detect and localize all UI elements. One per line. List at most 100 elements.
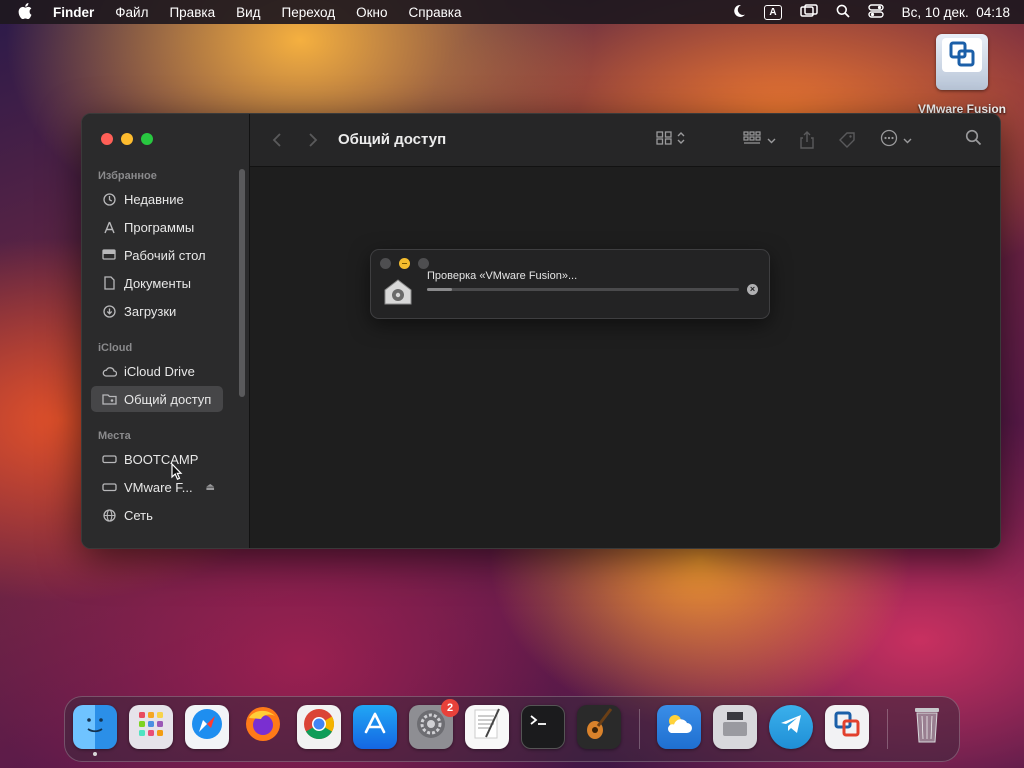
- dock-garageband[interactable]: [577, 705, 621, 749]
- menu-help[interactable]: Справка: [409, 5, 462, 20]
- sidebar-item-label: BOOTCAMP: [124, 451, 199, 467]
- chevron-down-icon: [767, 131, 776, 149]
- sidebar-item-label: Рабочий стол: [124, 247, 206, 263]
- dock-trash[interactable]: [905, 705, 949, 749]
- back-button[interactable]: [272, 114, 282, 166]
- sidebar-item-label: Загрузки: [124, 303, 177, 319]
- search-button[interactable]: [965, 114, 982, 166]
- sidebar-item-downloads[interactable]: Загрузки: [91, 298, 223, 324]
- sidebar-item-documents[interactable]: Документы: [91, 270, 223, 296]
- menu-edit[interactable]: Правка: [169, 5, 215, 20]
- guitar-icon: [584, 706, 614, 748]
- sidebar-item-recents[interactable]: Недавние: [91, 186, 223, 212]
- tag-button[interactable]: [838, 114, 856, 166]
- finder-content-area[interactable]: [250, 167, 1000, 548]
- spotlight-search-icon[interactable]: [836, 4, 850, 21]
- notification-badge: 2: [441, 699, 459, 717]
- control-center-icon[interactable]: [867, 3, 884, 21]
- sidebar-item-icloud-drive[interactable]: iCloud Drive: [91, 358, 223, 384]
- sidebar-header-favorites: Избранное: [98, 170, 157, 182]
- minimize-button[interactable]: [399, 258, 410, 269]
- window-title: Общий доступ: [338, 131, 447, 148]
- menu-window[interactable]: Окно: [356, 5, 387, 20]
- cancel-verification-button[interactable]: ×: [747, 284, 758, 295]
- group-button[interactable]: [743, 114, 776, 166]
- sidebar-item-label: Документы: [124, 275, 192, 291]
- dock-textedit[interactable]: [465, 705, 509, 749]
- terminal-prompt-icon: [528, 712, 558, 742]
- progress-window-controls: [380, 258, 429, 269]
- chrome-icon: [301, 706, 337, 748]
- sidebar-item-label: Сеть: [124, 507, 153, 523]
- dock-chrome[interactable]: [297, 705, 341, 749]
- compass-icon: [189, 706, 225, 748]
- dock-safari[interactable]: [185, 705, 229, 749]
- sidebar-item-desktop[interactable]: Рабочий стол: [91, 242, 223, 268]
- sidebar-item-label: iCloud Drive: [124, 363, 195, 379]
- dock-boot-camp-assistant[interactable]: [713, 705, 757, 749]
- minimize-button[interactable]: [121, 133, 133, 145]
- action-menu-button[interactable]: [880, 114, 912, 166]
- dock-finder[interactable]: [73, 705, 117, 756]
- sidebar-scrollbar[interactable]: [239, 169, 245, 397]
- dock-vmware-fusion[interactable]: [825, 705, 869, 749]
- close-button[interactable]: [101, 133, 113, 145]
- finder-face-icon: [80, 709, 110, 745]
- view-mode-button[interactable]: [656, 114, 685, 166]
- input-source-indicator[interactable]: A: [764, 4, 782, 20]
- eject-icon[interactable]: ⏏: [206, 482, 215, 493]
- menu-clock[interactable]: Вс, 10 дек. 04:18: [902, 5, 1010, 20]
- dock-launchpad[interactable]: [129, 705, 173, 749]
- share-button[interactable]: [800, 114, 814, 166]
- sidebar-header-places: Места: [98, 430, 131, 442]
- menu-file[interactable]: Файл: [115, 5, 148, 20]
- sidebar-item-shared[interactable]: Общий доступ: [91, 386, 223, 412]
- zoom-button[interactable]: [141, 133, 153, 145]
- ellipsis-circle-icon: [880, 129, 898, 152]
- grid-view-icon: [656, 130, 672, 150]
- desktop-icon: [100, 249, 118, 261]
- menu-view[interactable]: Вид: [236, 5, 260, 20]
- document-icon: [100, 276, 118, 290]
- search-icon: [965, 129, 982, 151]
- launchpad-grid-icon: [137, 710, 165, 744]
- sidebar-item-label: Программы: [124, 219, 195, 235]
- window-controls: [101, 133, 153, 145]
- menu-app-name[interactable]: Finder: [53, 5, 94, 20]
- dock-telegram[interactable]: [769, 705, 813, 749]
- menu-go[interactable]: Переход: [282, 5, 336, 20]
- finder-toolbar: Общий доступ: [250, 114, 1000, 167]
- dock-weather[interactable]: [657, 705, 701, 749]
- sidebar-item-label: Общий доступ: [124, 391, 212, 407]
- desktop-vmware-drive[interactable]: VMware Fusion: [912, 34, 1012, 116]
- sidebar-item-bootcamp[interactable]: BOOTCAMP: [91, 446, 223, 472]
- textedit-icon: [472, 707, 502, 747]
- forward-button[interactable]: [308, 114, 318, 166]
- firefox-icon: [243, 704, 283, 750]
- dock-separator: [639, 709, 640, 749]
- finder-sidebar: Избранное Недавние Программы Рабочий сто…: [82, 114, 250, 548]
- vmware-fusion-icon: [831, 708, 863, 746]
- sidebar-item-vmware[interactable]: VMware F... ⏏: [91, 474, 223, 500]
- verification-progress-window: Проверка «VMware Fusion»... ×: [370, 249, 770, 319]
- progress-message: Проверка «VMware Fusion»...: [427, 270, 578, 282]
- sidebar-item-applications[interactable]: Программы: [91, 214, 223, 240]
- chevron-down-icon: [903, 131, 912, 149]
- drive-icon: [100, 482, 118, 492]
- network-icon: [100, 508, 118, 522]
- progress-bar-fill: [427, 288, 452, 291]
- apple-menu-icon[interactable]: [18, 2, 32, 22]
- close-button[interactable]: [380, 258, 391, 269]
- cloud-icon: [100, 366, 118, 377]
- dock-system-settings[interactable]: 2: [409, 699, 459, 749]
- sidebar-item-label: Недавние: [124, 191, 184, 207]
- shared-folder-icon: [100, 393, 118, 405]
- dock-app-store[interactable]: [353, 705, 397, 749]
- zoom-button[interactable]: [418, 258, 429, 269]
- screen-mirroring-icon[interactable]: [799, 3, 818, 21]
- sidebar-item-network[interactable]: Сеть: [91, 502, 223, 528]
- dock-firefox[interactable]: [241, 705, 285, 749]
- paper-plane-icon: [779, 713, 803, 741]
- focus-moon-icon[interactable]: [732, 4, 746, 21]
- dock-terminal[interactable]: [521, 705, 565, 749]
